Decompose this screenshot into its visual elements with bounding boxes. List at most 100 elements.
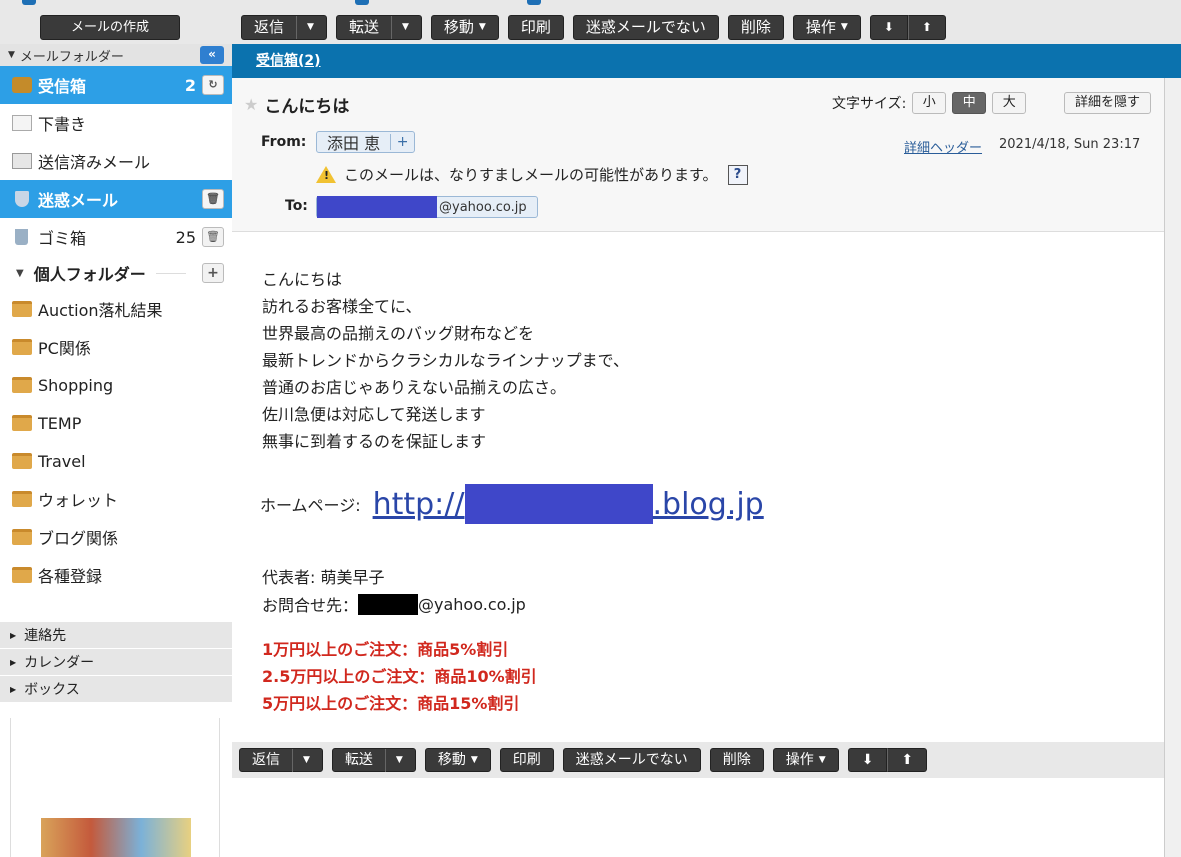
detail-header-link[interactable]: 詳細ヘッダー: [904, 137, 982, 156]
next-message-icon[interactable]: ⬇: [869, 14, 908, 40]
star-icon[interactable]: ★: [244, 95, 258, 114]
print-button[interactable]: 印刷: [507, 14, 564, 40]
folder-label: Auction落札結果: [38, 301, 163, 320]
reply-button[interactable]: 返信 ▼: [241, 14, 327, 40]
add-folder-icon[interactable]: +: [202, 263, 224, 283]
sidebar-item-trash[interactable]: ゴミ箱 25 🗑: [0, 218, 232, 256]
ad-banner[interactable]: [10, 718, 220, 857]
unread-count: 2: [184, 75, 196, 95]
forward-button[interactable]: 転送 ▼: [335, 14, 422, 40]
top-tab-marker: [527, 0, 541, 5]
bottom-toolbar: 返信 ▼ 転送 ▼ 移動 ▼ 印刷 迷惑メールでない 削除 操作 ▼ ⬇ ⬆: [232, 742, 1164, 778]
ad-image[interactable]: [41, 818, 191, 857]
font-size-label: 文字サイズ:: [832, 96, 907, 112]
contact-domain: @yahoo.co.jp: [418, 594, 526, 614]
actions-label: 操作: [805, 17, 836, 36]
contact-line: お問合せ先： @yahoo.co.jp: [262, 592, 526, 616]
folder-label: 迷惑メール: [38, 191, 119, 210]
sidebar: メールの作成 ▼ メールフォルダー « 受信箱 2 ↻ 下書き 送信済みメール …: [0, 10, 232, 857]
folder-label: ゴミ箱: [38, 229, 87, 248]
homepage-label: ホームページ:: [260, 496, 361, 515]
move-label: 移動: [443, 17, 474, 36]
sidebar-item-drafts[interactable]: 下書き: [0, 104, 232, 142]
sidebar-item-spam[interactable]: 迷惑メール 🗑: [0, 180, 232, 218]
section-label: 連絡先: [24, 628, 67, 644]
personal-folder-item[interactable]: TEMP: [0, 404, 232, 442]
refresh-icon[interactable]: ↻: [202, 75, 224, 95]
sender-chip[interactable]: 添田 恵 +: [316, 131, 416, 153]
font-size-small-button[interactable]: 小: [912, 92, 947, 114]
discount-line: 5万円以上のご注文：商品15%割引: [262, 694, 520, 713]
print-button[interactable]: 印刷: [499, 748, 554, 772]
prev-message-icon[interactable]: ⬆: [907, 14, 946, 40]
discount-line: 2.5万円以上のご注文：商品10%割引: [262, 667, 537, 686]
move-button[interactable]: 移動 ▼: [430, 14, 499, 40]
contact-label: お問合せ先：: [262, 596, 359, 615]
top-strip: [0, 0, 1181, 10]
forward-dropdown-icon[interactable]: ▼: [390, 15, 409, 39]
recipient-chip[interactable]: @yahoo.co.jp: [316, 196, 538, 218]
reply-dropdown-icon[interactable]: ▼: [296, 15, 314, 39]
personal-folder-item[interactable]: ウォレット: [0, 480, 232, 518]
subject-row: ★ こんにちは: [244, 92, 349, 117]
personal-folder-header[interactable]: ▼ 個人フォルダー +: [0, 256, 232, 290]
personal-folder-item[interactable]: Shopping: [0, 366, 232, 404]
scrollbar[interactable]: [1164, 78, 1181, 857]
warning-text: このメールは、なりすましメールの可能性があります。: [344, 166, 718, 184]
help-icon[interactable]: ?: [727, 164, 748, 185]
folder-label: TEMP: [38, 413, 82, 433]
message-subject: こんにちは: [264, 97, 350, 117]
message-body: こんにちは 訪れるお客様全てに、 世界最高の品揃えのバッグ財布などを 最新トレン…: [232, 232, 1164, 742]
caret-right-icon: ▶: [10, 657, 17, 667]
sidebar-section-box[interactable]: ▶ ボックス: [0, 675, 232, 702]
empty-trash-icon[interactable]: 🗑: [202, 227, 224, 247]
folder-icon: [12, 529, 32, 545]
draft-icon: [12, 115, 32, 131]
sidebar-item-sent[interactable]: 送信済みメール: [0, 142, 232, 180]
sidebar-section-calendar[interactable]: ▶ カレンダー: [0, 648, 232, 675]
forward-dropdown-icon[interactable]: ▼: [384, 748, 403, 772]
personal-folder-item[interactable]: 各種登録: [0, 556, 232, 594]
section-label: ボックス: [24, 682, 80, 698]
caret-down-icon: ▼: [8, 50, 15, 60]
trash-icon: [15, 229, 28, 245]
not-spam-button[interactable]: 迷惑メールでない: [562, 748, 701, 772]
prev-next-group: ⬇ ⬆: [869, 14, 946, 40]
forward-button[interactable]: 転送 ▼: [331, 748, 416, 772]
personal-folder-item[interactable]: Travel: [0, 442, 232, 480]
move-button[interactable]: 移動 ▼: [424, 748, 491, 772]
sidebar-sections: ▶ 連絡先 ▶ カレンダー ▶ ボックス: [0, 621, 232, 702]
homepage-link[interactable]: http:// .blog.jp: [373, 484, 764, 524]
delete-button[interactable]: 削除: [709, 748, 764, 772]
collapse-sidebar-icon[interactable]: «: [200, 46, 224, 64]
message-pane: 返信 ▼ 転送 ▼ 移動 ▼ 印刷 迷惑メールでない 削除 操作 ▼ ⬇ ⬆ 受信箱(2…: [232, 10, 1181, 857]
tab-inbox[interactable]: 受信箱(2): [256, 50, 321, 78]
personal-folder-item[interactable]: ブログ関係: [0, 518, 232, 556]
not-spam-button[interactable]: 迷惑メールでない: [572, 14, 719, 40]
folder-icon: [12, 491, 32, 507]
next-message-icon[interactable]: ⬇: [847, 748, 888, 772]
sidebar-item-inbox[interactable]: 受信箱 2 ↻: [0, 66, 232, 104]
delete-button[interactable]: 削除: [727, 14, 784, 40]
sidebar-section-contacts[interactable]: ▶ 連絡先: [0, 621, 232, 648]
warning-icon: [316, 166, 336, 183]
personal-folder-item[interactable]: Auction落札結果: [0, 290, 232, 328]
font-size-large-button[interactable]: 大: [992, 92, 1027, 114]
top-tab-marker: [355, 0, 369, 5]
compose-button[interactable]: メールの作成: [40, 15, 180, 40]
reply-dropdown-icon[interactable]: ▼: [292, 748, 310, 772]
actions-button[interactable]: 操作 ▼: [772, 748, 839, 772]
body-line: 普通のお店じゃありえない品揃えの広さ。: [262, 378, 567, 397]
hide-details-button[interactable]: 詳細を隠す: [1064, 92, 1152, 114]
caret-down-icon: ▼: [16, 267, 24, 279]
mail-folder-header[interactable]: ▼ メールフォルダー «: [0, 44, 232, 66]
reply-button[interactable]: 返信 ▼: [239, 748, 323, 772]
prev-message-icon[interactable]: ⬆: [887, 748, 928, 772]
personal-folder-item[interactable]: PC関係: [0, 328, 232, 366]
add-contact-icon[interactable]: +: [390, 134, 414, 150]
font-size-medium-button[interactable]: 中: [952, 92, 987, 114]
empty-spam-trash-icon[interactable]: 🗑: [202, 189, 224, 209]
font-size-group: 文字サイズ: 小 中 大: [832, 92, 1027, 114]
actions-button[interactable]: 操作 ▼: [792, 14, 861, 40]
forward-label: 転送: [348, 17, 379, 36]
